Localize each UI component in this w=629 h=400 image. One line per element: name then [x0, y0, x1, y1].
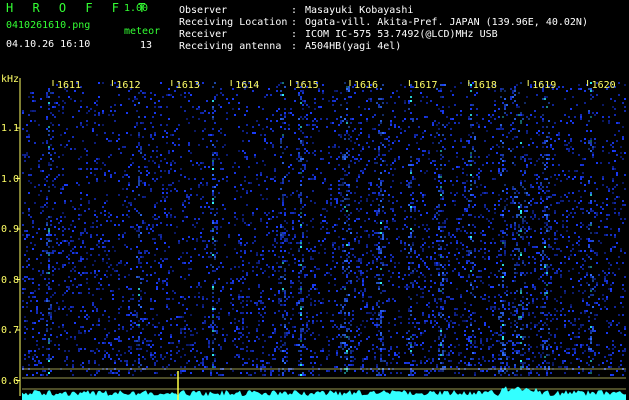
x-tick-label: 1620: [591, 80, 616, 91]
y-tick-label: 0.9: [1, 224, 20, 235]
y-tick-label: 0.7: [1, 325, 20, 336]
x-tick-label: 1612: [116, 80, 141, 91]
x-tick-label: 1617: [413, 80, 438, 91]
signal-strength-baseline: [22, 371, 626, 400]
y-tick-label: 1.0: [1, 173, 20, 185]
baseline-trace: [22, 386, 626, 400]
spectrogram-axes: [16, 78, 626, 396]
x-tick-label: 1614: [235, 80, 260, 91]
x-tick-label: 1616: [354, 80, 379, 91]
x-tick-label: 1613: [175, 80, 200, 91]
y-axis-unit-label: kHz: [1, 74, 20, 85]
x-tick-label: 1619: [532, 80, 557, 91]
y-tick-label: 0.6: [1, 375, 20, 387]
y-tick-label: 0.8: [1, 274, 20, 286]
x-tick-label: 1611: [57, 80, 82, 91]
spectrogram-noise: [22, 82, 626, 376]
x-tick-label: 1615: [294, 80, 319, 91]
x-tick-label: 1618: [472, 80, 497, 91]
y-tick-label: 1.1: [1, 123, 20, 134]
spectrogram-display: [16, 78, 626, 400]
